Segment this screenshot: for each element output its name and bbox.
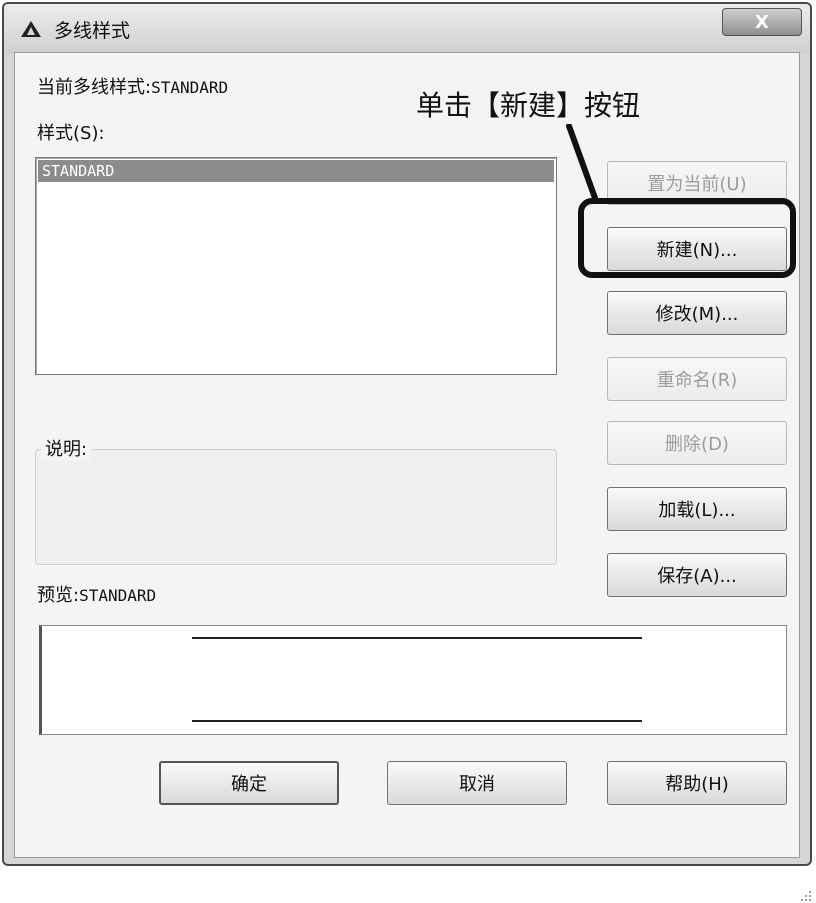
styles-listbox[interactable]: STANDARD <box>35 157 557 375</box>
current-style-row: 当前多线样式:STANDARD <box>37 73 228 99</box>
save-button[interactable]: 保存(A)... <box>607 553 787 597</box>
window-title: 多线样式 <box>54 20 131 42</box>
autocad-logo-icon <box>21 21 41 37</box>
resize-grip-icon[interactable] <box>799 889 813 903</box>
title-bar[interactable]: 多线样式 X <box>4 4 810 54</box>
dialog-body: 当前多线样式:STANDARD 样式(S): STANDARD 置为当前(U) … <box>14 52 811 901</box>
preview-pane <box>39 625 787 735</box>
help-button[interactable]: 帮助(H) <box>607 761 787 805</box>
ok-button[interactable]: 确定 <box>159 761 339 805</box>
preview-row: 预览:STANDARD <box>37 581 156 607</box>
current-style-label: 当前多线样式: <box>37 77 152 98</box>
delete-button[interactable]: 删除(D) <box>607 421 787 465</box>
rename-button[interactable]: 重命名(R) <box>607 357 787 401</box>
load-button[interactable]: 加载(L)... <box>607 487 787 531</box>
annotation-callout: 单击【新建】按钮 <box>416 89 641 122</box>
preview-line-bottom <box>192 720 642 722</box>
modify-button[interactable]: 修改(M)... <box>607 291 787 335</box>
preview-style-name: STANDARD <box>79 586 157 605</box>
cancel-button[interactable]: 取消 <box>387 761 567 805</box>
close-icon: X <box>755 11 769 33</box>
description-label: 说明: <box>41 435 92 461</box>
styles-label: 样式(S): <box>37 123 105 144</box>
preview-line-top <box>192 637 642 639</box>
list-item[interactable]: STANDARD <box>38 160 554 182</box>
description-groupbox <box>35 449 557 565</box>
annotation-pointer-line <box>566 124 598 200</box>
annotation-highlight-box <box>578 198 796 278</box>
close-button[interactable]: X <box>722 8 802 36</box>
current-style-value: STANDARD <box>151 78 229 97</box>
multiline-style-dialog: 多线样式 X 当前多线样式:STANDARD 样式(S): STANDARD 置… <box>2 2 812 901</box>
preview-label: 预览: <box>37 585 80 606</box>
